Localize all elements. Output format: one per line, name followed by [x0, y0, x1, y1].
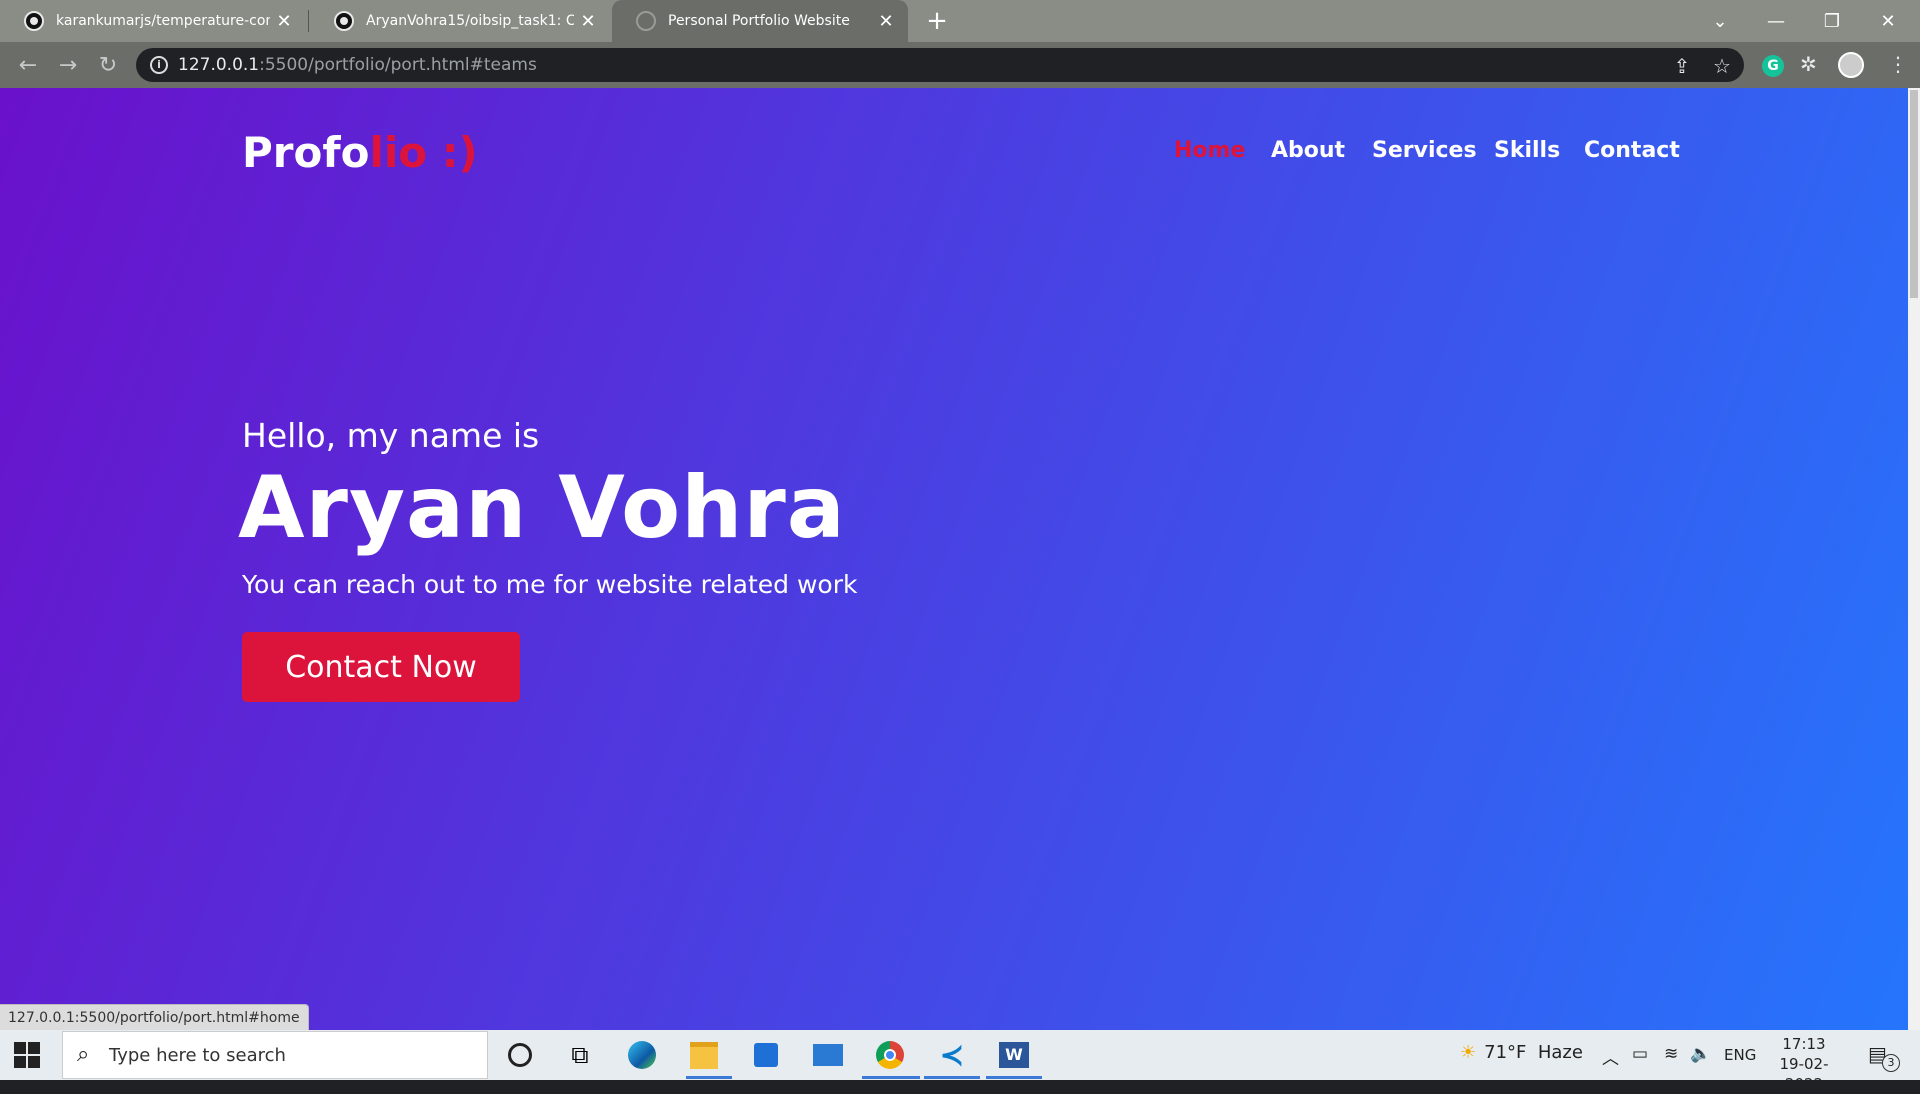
notification-count: 3: [1882, 1054, 1900, 1072]
github-icon: [24, 11, 44, 31]
wifi-icon[interactable]: ≋: [1664, 1044, 1678, 1064]
show-hidden-icons-chevron-icon[interactable]: ︿: [1602, 1044, 1619, 1069]
nav-about[interactable]: About: [1271, 138, 1345, 163]
cortana-icon[interactable]: [502, 1038, 538, 1072]
nav-home[interactable]: Home: [1174, 138, 1245, 163]
tab-title: Personal Portfolio Website: [668, 13, 850, 29]
weather-desc: Haze: [1537, 1042, 1583, 1063]
browser-menu-icon[interactable]: ⋮: [1888, 52, 1908, 76]
bookmark-star-icon[interactable]: ☆: [1710, 54, 1734, 78]
logo-accent: lio :): [369, 128, 478, 177]
clock[interactable]: 17:13 19-02-2022: [1766, 1034, 1842, 1094]
minimize-icon[interactable]: —: [1748, 0, 1804, 42]
restore-icon[interactable]: ❐: [1804, 0, 1860, 42]
tab-title: karankumarjs/temperature-conve: [56, 13, 270, 29]
chrome-icon[interactable]: [872, 1038, 908, 1072]
tab-search-chevron-icon[interactable]: ⌄: [1692, 0, 1748, 42]
github-icon: [334, 11, 354, 31]
site-info-icon[interactable]: i: [150, 56, 168, 74]
logo-main: Profo: [242, 128, 370, 177]
taskbar-search[interactable]: ⌕ Type here to search: [62, 1031, 488, 1079]
running-indicator: [686, 1076, 732, 1079]
hero-greeting: Hello, my name is: [242, 416, 540, 455]
site-logo[interactable]: Profolio :): [242, 128, 478, 177]
grammarly-extension-icon[interactable]: G: [1762, 55, 1784, 77]
tab-github-oibsip[interactable]: AryanVohra15/oibsip_task1: Crea ✕: [310, 0, 610, 42]
clock-time: 17:13: [1782, 1035, 1826, 1053]
edge-icon[interactable]: [624, 1038, 660, 1072]
hero-name: Aryan Vohra: [238, 458, 846, 558]
nav-contact[interactable]: Contact: [1584, 138, 1680, 163]
url-path: :5500/portfolio/port.html#teams: [259, 55, 537, 75]
share-icon[interactable]: ⇪: [1670, 54, 1694, 78]
close-window-icon[interactable]: ✕: [1860, 0, 1916, 42]
notification-center-icon[interactable]: ▤ 3: [1868, 1042, 1900, 1072]
profile-avatar[interactable]: [1838, 52, 1864, 78]
language-indicator[interactable]: ENG: [1724, 1046, 1756, 1064]
hero-section: Profolio :) Home About Services Skills C…: [0, 88, 1908, 1030]
vscode-icon[interactable]: ≺: [934, 1038, 970, 1073]
nav-services[interactable]: Services: [1372, 138, 1477, 163]
mail-icon[interactable]: [810, 1038, 846, 1072]
task-view-icon[interactable]: ⧉: [562, 1038, 598, 1072]
reload-icon[interactable]: ↻: [94, 52, 122, 80]
tab-title: AryanVohra15/oibsip_task1: Crea: [366, 13, 574, 29]
close-tab-icon[interactable]: ✕: [872, 11, 900, 32]
address-url[interactable]: 127.0.0.1:5500/portfolio/port.html#teams: [178, 55, 537, 75]
search-icon: ⌕: [77, 1042, 90, 1067]
search-placeholder: Type here to search: [109, 1045, 286, 1066]
close-tab-icon[interactable]: ✕: [270, 11, 298, 32]
new-tab-button[interactable]: +: [922, 6, 952, 36]
scrollbar-thumb[interactable]: [1910, 90, 1918, 298]
nav-skills[interactable]: Skills: [1494, 138, 1560, 163]
tab-separator: [308, 10, 309, 32]
clock-date: 19-02-2022: [1779, 1055, 1829, 1093]
running-indicator: [862, 1076, 920, 1079]
forward-arrow-icon[interactable]: →: [54, 52, 82, 80]
windows-start-icon[interactable]: [14, 1042, 40, 1068]
contact-now-button[interactable]: Contact Now: [242, 632, 520, 702]
weather-temp: 71°F: [1484, 1042, 1527, 1063]
word-icon[interactable]: W: [996, 1038, 1032, 1072]
speaker-muted-icon[interactable]: 🔈: [1690, 1044, 1711, 1064]
running-indicator: [924, 1076, 980, 1079]
extensions-puzzle-icon[interactable]: ✲: [1800, 52, 1817, 76]
close-tab-icon[interactable]: ✕: [574, 11, 602, 32]
status-bar-url: 127.0.0.1:5500/portfolio/port.html#home: [0, 1004, 309, 1032]
tab-portfolio[interactable]: Personal Portfolio Website ✕: [612, 0, 908, 42]
url-host: 127.0.0.1: [178, 55, 260, 75]
running-indicator: [986, 1076, 1042, 1079]
hero-subtitle: You can reach out to me for website rela…: [242, 570, 858, 599]
back-arrow-icon[interactable]: ←: [14, 52, 42, 80]
store-icon[interactable]: [748, 1038, 784, 1072]
haze-sun-icon: ☀: [1460, 1042, 1477, 1063]
globe-icon: [636, 11, 656, 31]
file-explorer-icon[interactable]: [686, 1038, 722, 1072]
weather-widget[interactable]: ☀ 71°F Haze: [1460, 1042, 1583, 1063]
tab-github-temperature[interactable]: karankumarjs/temperature-conve ✕: [0, 0, 306, 42]
battery-icon[interactable]: ▭: [1632, 1044, 1648, 1064]
